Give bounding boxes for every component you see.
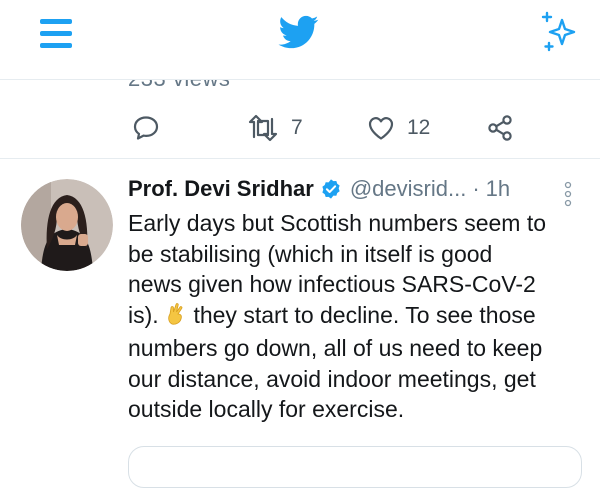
retweet-icon [248,114,278,142]
tweet-header: Prof. Devi Sridhar @devisrid... · 1h [128,176,510,202]
heart-icon [368,117,394,140]
reply-button[interactable] [132,114,160,142]
share-icon [488,115,512,141]
retweet-button[interactable]: 7 [247,114,303,142]
tweet-actions: 7 12 [0,100,600,159]
more-options-icon[interactable] [562,180,574,208]
tweet-text: Early days but Scottish numbers seem to … [128,208,588,425]
tweet-text-part-2: they start to decline. To see those numb… [128,301,543,423]
like-count: 12 [407,116,431,139]
menu-icon[interactable] [36,16,76,52]
like-button[interactable]: 12 [367,114,430,142]
verified-badge-icon [322,179,340,199]
author-name[interactable]: Prof. Devi Sridhar [128,176,314,202]
sparkle-icon[interactable] [538,10,582,54]
reply-icon [133,116,159,140]
crossed-fingers-emoji-icon [165,302,187,334]
tweet-timestamp[interactable]: 1h [486,176,510,202]
separator-dot: · [472,176,480,201]
retweet-count: 7 [291,116,303,139]
avatar[interactable] [21,179,113,271]
quoted-card[interactable] [128,446,582,488]
views-count: 233 views [128,80,230,92]
top-app-bar [0,0,600,80]
twitter-bird-icon[interactable] [277,12,321,52]
share-button[interactable] [486,114,514,142]
author-handle[interactable]: @devisrid... [350,176,466,202]
views-row: 233 views [0,80,600,100]
